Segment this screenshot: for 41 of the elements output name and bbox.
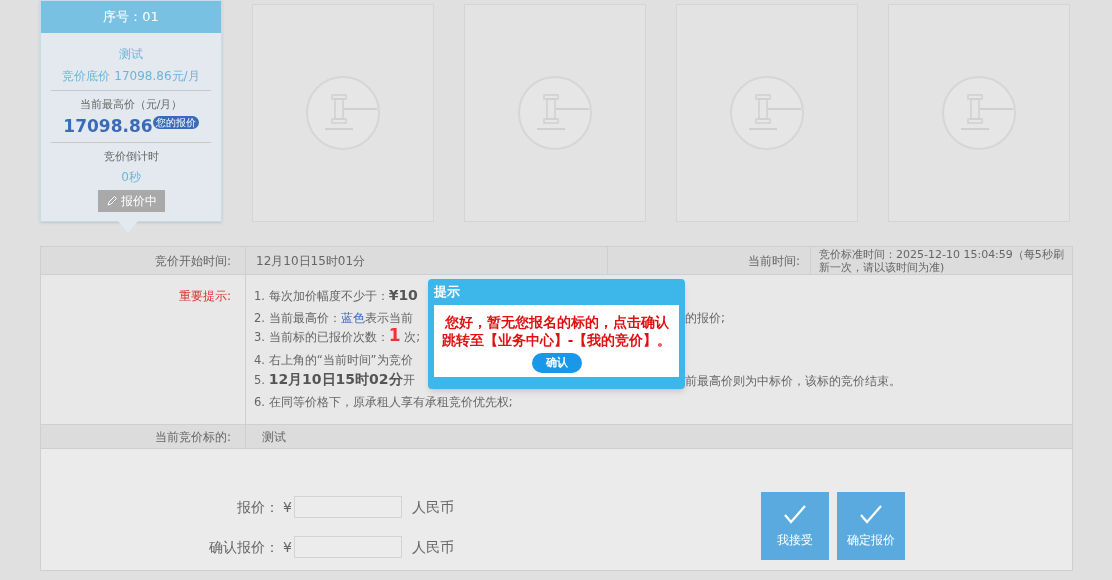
start-time-value: 12月10日15时01分	[246, 247, 608, 274]
unit-label: 人民币	[411, 537, 454, 557]
highest-price: 17098.86	[63, 114, 153, 138]
dialog-title: 提示	[434, 283, 461, 302]
field-label: 确认报价：	[208, 537, 279, 557]
check-icon	[859, 503, 883, 525]
notice-label: 重要提示:	[178, 288, 231, 305]
price-input[interactable]	[293, 496, 402, 518]
reserve-price: 竞价底价 17098.86元/月	[62, 68, 200, 85]
unit-label: 人民币	[411, 497, 454, 517]
notice-text: 6. 在同等价格下，原承租人享有承租竞价优先权;	[254, 394, 513, 409]
pencil-icon	[105, 194, 118, 207]
notice-text: 3. 当前标的已报价次数：1 次;	[254, 329, 420, 344]
confirm-button[interactable]: 确认	[531, 353, 582, 373]
dialog-message: 您好，暂无您报名的标的，点击确认	[444, 313, 669, 331]
countdown-value: 0秒	[121, 168, 141, 186]
countdown-label: 竞价倒计时	[103, 149, 159, 165]
current-time-label: 当前时间:	[608, 247, 811, 274]
current-time-value: 竞价标准时间：2025-12-10 15:04:59（每5秒刷新一次，请以该时间为准)	[818, 247, 1065, 274]
bidding-status-button[interactable]: 报价中	[97, 189, 165, 212]
confirm-button[interactable]: 我接受	[761, 492, 829, 560]
highest-price-label: 当前最高价（元/月）	[79, 97, 183, 113]
currency-symbol: ¥	[283, 497, 292, 517]
notice-text: 5. 12月10日15时02分开	[254, 373, 415, 387]
lot-value: 测试	[261, 428, 286, 446]
notice-text: 4. 右上角的“当前时间”为竞价	[254, 352, 413, 367]
notice-text: 1. 每次加价幅度不少于：¥10	[254, 289, 418, 303]
lot-label: 当前竞价标的:	[41, 425, 246, 448]
dialog-message: 跳转至【业务中心】-【我的竞价】。	[441, 331, 672, 349]
currency-symbol: ¥	[283, 537, 292, 557]
your-bid-badge: 您的报价	[152, 115, 199, 129]
price-input[interactable]	[293, 536, 402, 558]
start-time-label: 竞价开始时间:	[41, 247, 246, 274]
notice-text: 2. 当前最高价：蓝色表示当前	[254, 310, 413, 325]
check-icon	[783, 503, 807, 525]
notice-text: 前最高价则为中标价，该标的竞价结束。	[685, 373, 901, 390]
lot-number: 序号：01	[41, 1, 221, 33]
notice-text: 的报价;	[685, 310, 726, 327]
field-label: 报价：	[236, 497, 279, 517]
lot-name: 测试	[119, 46, 143, 63]
confirm-button[interactable]: 确定报价	[837, 492, 905, 560]
